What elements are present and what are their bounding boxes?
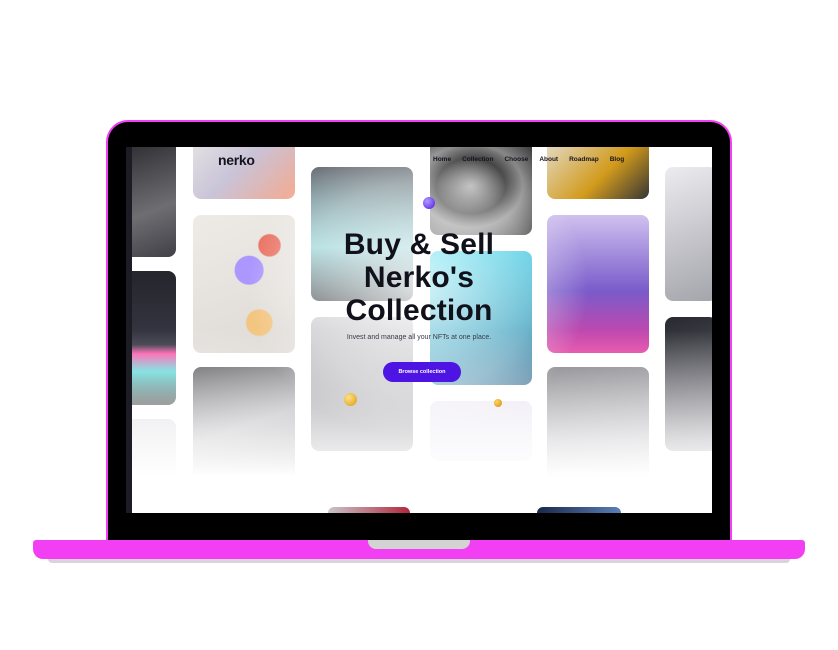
collection-card-preview[interactable] — [537, 507, 621, 513]
nav-item-roadmap[interactable]: Roadmap — [569, 156, 599, 163]
hero-title-line: Collection — [345, 294, 493, 327]
nav-item-about[interactable]: About — [539, 156, 558, 163]
laptop-base-shadow — [48, 559, 790, 563]
decorative-orb — [423, 197, 435, 209]
browse-collection-button[interactable]: Browse collection — [383, 362, 461, 382]
nav-item-collection[interactable]: Collection — [462, 156, 493, 163]
hero-title-line: Buy & Sell — [343, 228, 495, 261]
hero-title-line: Nerko's — [363, 261, 475, 294]
decorative-orb — [494, 399, 502, 407]
hero-subtitle: Invest and manage all your NFTs at one p… — [346, 334, 492, 341]
hero-title: Buy & Sell Nerko's Collection — [269, 228, 569, 327]
collection-card-preview[interactable] — [328, 507, 410, 513]
decorative-orb — [344, 393, 357, 406]
hero-fade-overlay — [126, 147, 712, 513]
laptop-hinge-notch — [368, 540, 470, 549]
nav-item-choose[interactable]: Choose — [504, 156, 528, 163]
screen-left-edge — [126, 147, 132, 513]
main-nav: Home Collection Choose About Roadmap Blo… — [433, 156, 624, 163]
nav-item-home[interactable]: Home — [433, 156, 451, 163]
nav-item-blog[interactable]: Blog — [610, 156, 624, 163]
laptop-screen: nerko Home Collection Choose About Roadm… — [126, 147, 712, 513]
site-logo[interactable]: nerko — [218, 152, 255, 168]
